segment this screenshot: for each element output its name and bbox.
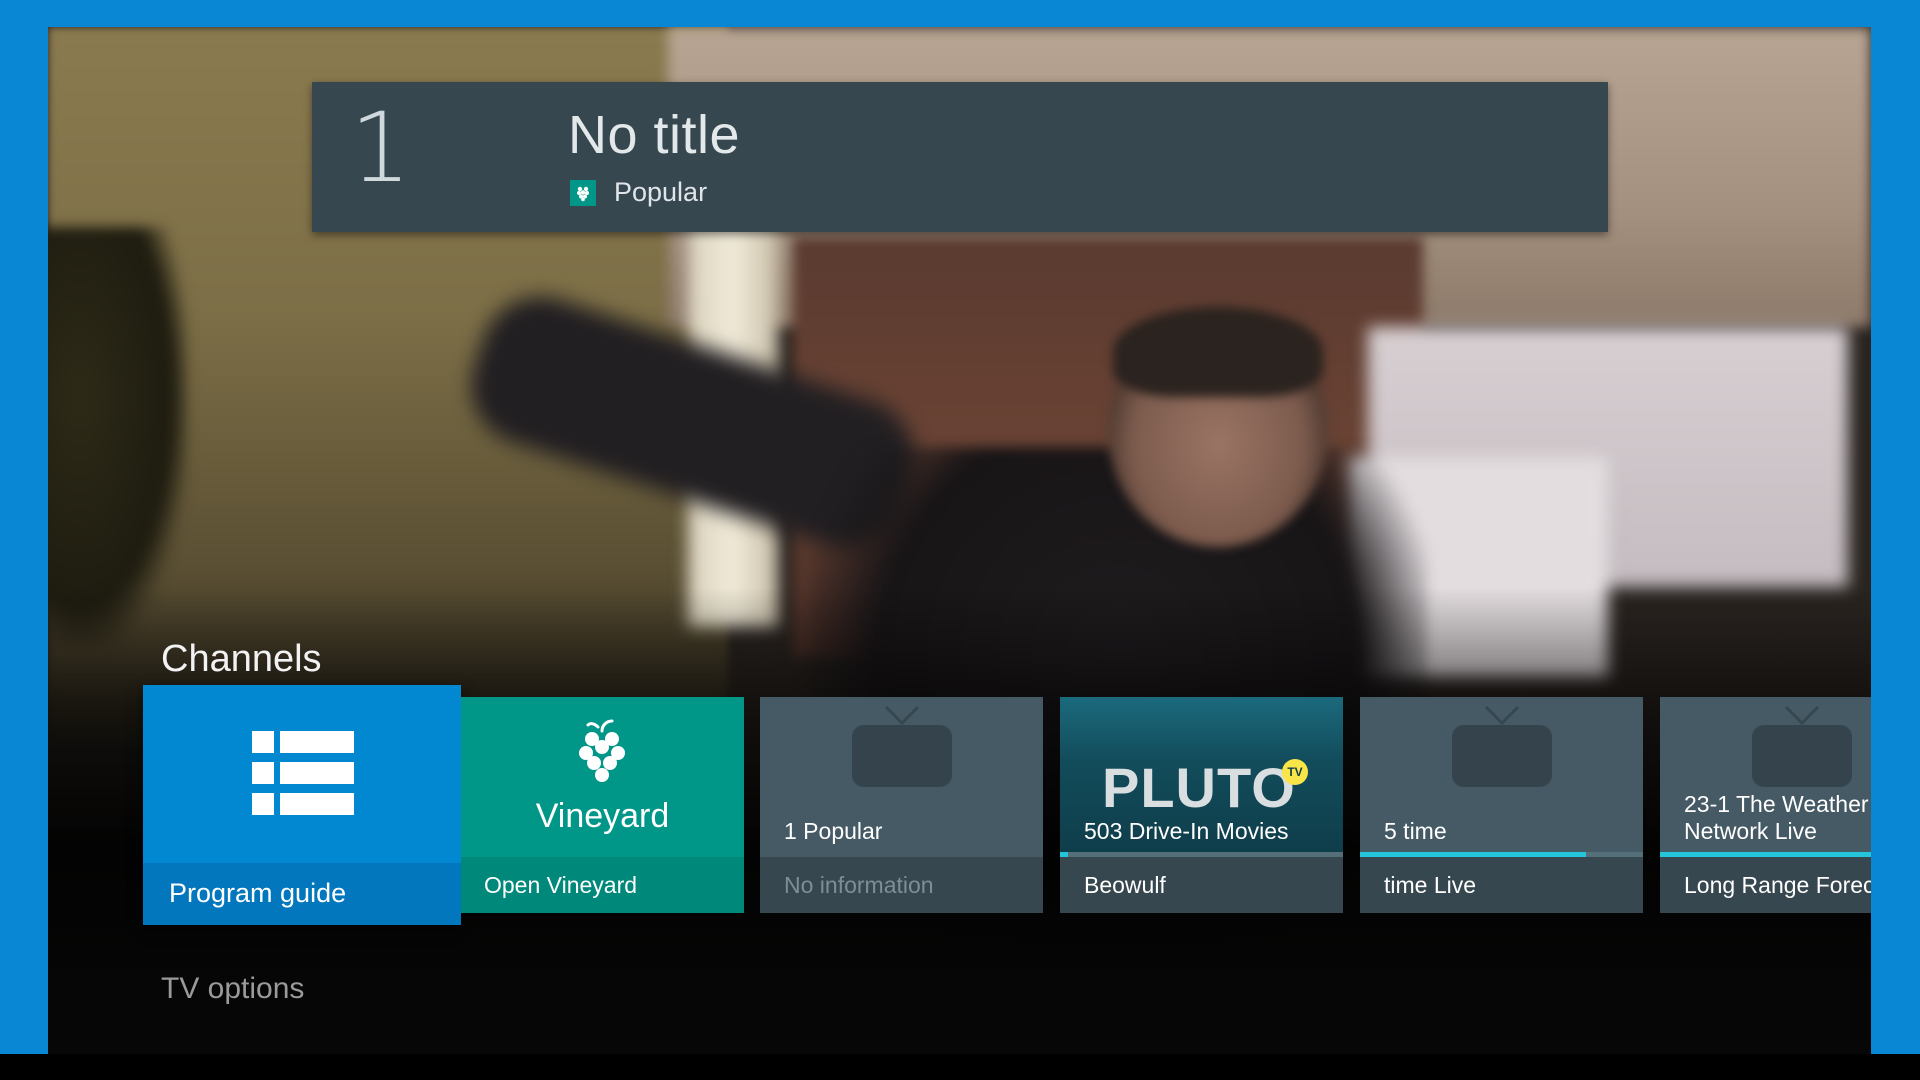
channel-info-banner: 1 No title Popular [312, 82, 1608, 232]
channel-name: 503 Drive-In Movies [1084, 818, 1289, 844]
program-name: No information [784, 872, 934, 898]
open-vineyard-card[interactable]: Vineyard Open Vineyard [461, 697, 744, 913]
program-title: No title [568, 105, 741, 165]
channel-card-weather-network[interactable]: 23-1 The Weather Network Live Long Range… [1660, 697, 1871, 913]
vineyard-brand: Vineyard [535, 797, 670, 835]
program-name: Beowulf [1084, 872, 1166, 898]
channel-source: Popular [570, 177, 707, 208]
channel-card-time[interactable]: 5 time time Live [1360, 697, 1643, 913]
grape-icon [574, 717, 630, 794]
channel-card-drive-in-movies[interactable]: PLUTO TV 503 Drive-In Movies Beowulf [1060, 697, 1343, 913]
program-name: time Live [1384, 872, 1477, 898]
program-name: Long Range Forecas [1684, 872, 1871, 898]
channel-card-clip: 23-1 The Weather Network Live Long Range… [1660, 697, 1871, 913]
tv-options-heading[interactable]: TV options [161, 972, 304, 1006]
vineyard-grape-icon [570, 179, 596, 206]
channel-name: 23-1 The Weather Network Live [1684, 791, 1869, 844]
program-guide-card[interactable]: Program guide [143, 685, 461, 925]
source-name: Popular [614, 177, 708, 207]
channel-name: 1 Popular [784, 818, 883, 844]
channel-number: 1 [350, 92, 412, 204]
bottom-bezel [0, 1054, 1920, 1080]
channel-card-popular[interactable]: 1 Popular No information [760, 697, 1043, 913]
list-icon [252, 731, 354, 820]
program-guide-label: Program guide [169, 878, 347, 908]
open-vineyard-label: Open Vineyard [484, 872, 638, 898]
channels-heading: Channels [161, 638, 322, 680]
channel-name: 5 time [1384, 818, 1447, 844]
